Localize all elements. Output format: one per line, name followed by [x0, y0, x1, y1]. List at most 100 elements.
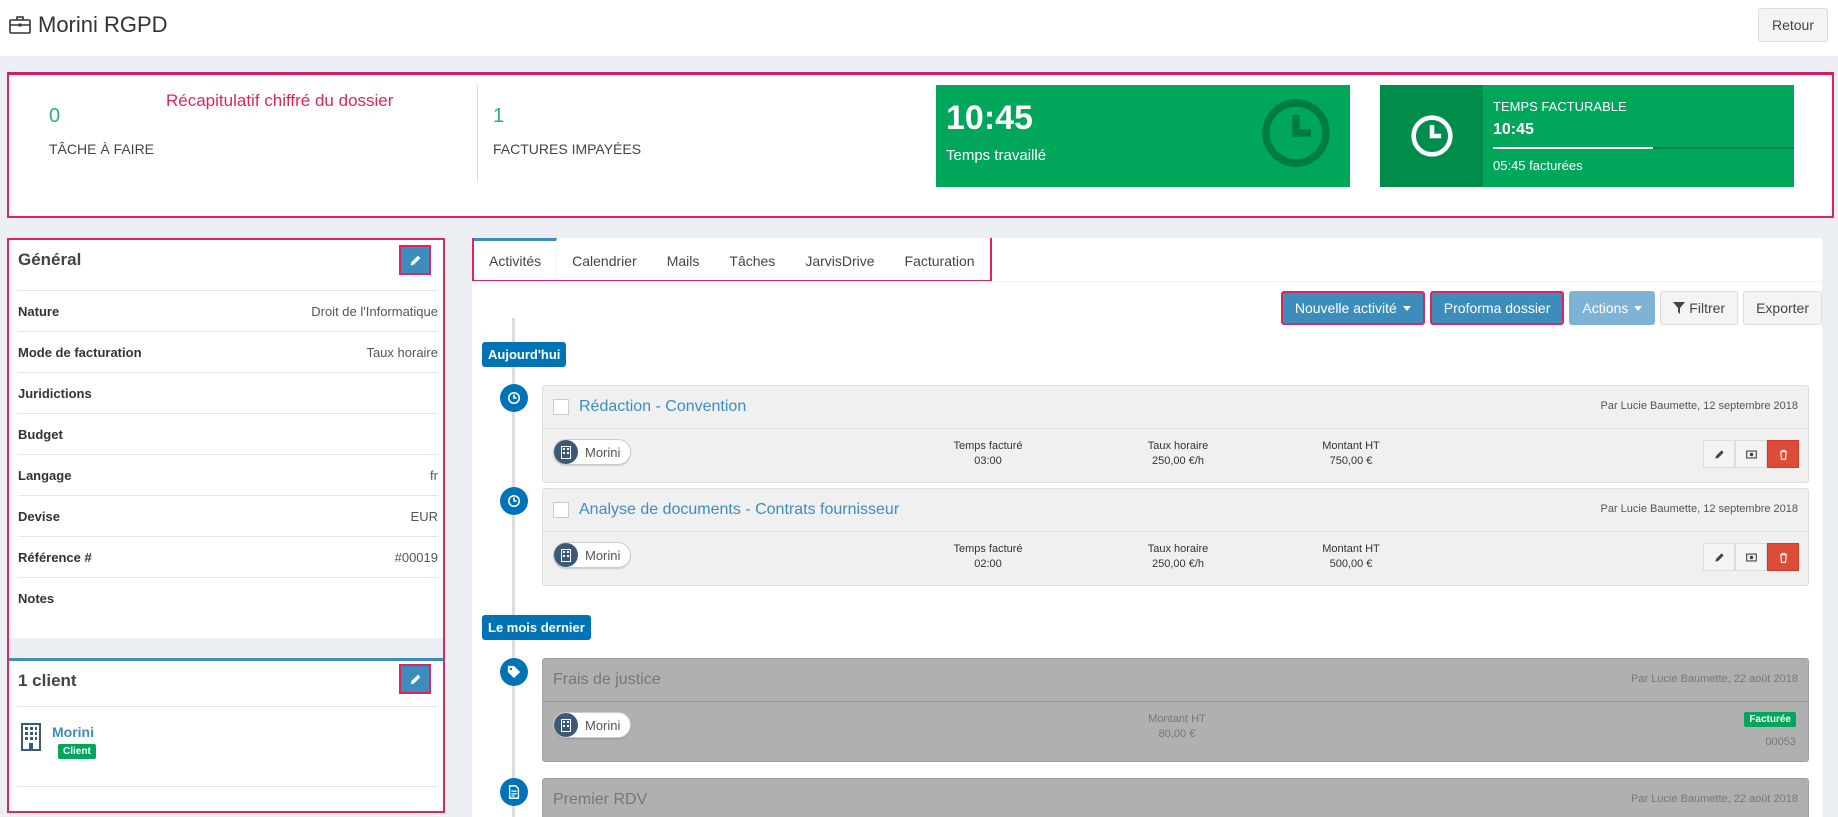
billable-time-box: TEMPS FACTURABLE 10:45 05:45 facturées: [1380, 85, 1794, 187]
tasks-stat[interactable]: 0 TÂCHE À FAIRE: [49, 105, 154, 157]
client-pill-label: Morini: [585, 444, 621, 460]
item-title-link[interactable]: Analyse de documents - Contrats fourniss…: [579, 501, 899, 519]
toolbar: Nouvelle activité Proforma dossier Actio…: [1280, 291, 1822, 325]
client-pill[interactable]: Morini: [553, 712, 632, 738]
item-author: Par Lucie Baumette, 12 septembre 2018: [1600, 503, 1798, 515]
info-key: Budget: [18, 426, 63, 442]
delete-button[interactable]: [1767, 440, 1799, 468]
amount-label: Montant HT: [1322, 440, 1380, 452]
amount-label: Montant HT: [1322, 543, 1380, 555]
info-key: Devise: [18, 508, 60, 524]
rate-value: 250,00 €/h: [1152, 455, 1204, 467]
caret-down-icon: [1402, 305, 1411, 311]
rate-column: Taux horaire 250,00 €/h: [1108, 440, 1248, 467]
filter-button[interactable]: Filtrer: [1660, 291, 1739, 325]
clients-title: 1 client: [18, 671, 77, 690]
billable-time: 10:45: [1493, 121, 1534, 138]
info-key: Mode de facturation: [18, 344, 142, 360]
rate-value: 250,00 €/h: [1152, 558, 1204, 570]
item-actions: [1703, 440, 1799, 468]
info-row: Juridictions: [18, 373, 438, 414]
item-checkbox[interactable]: [553, 502, 569, 518]
trash-icon: [1779, 449, 1787, 460]
amount-column: Montant HT 80,00 €: [1107, 713, 1247, 740]
top-bar: Morini RGPD Retour: [0, 0, 1838, 56]
edit-general-button[interactable]: [399, 245, 431, 275]
invoice-number: 00053: [1765, 736, 1796, 748]
edit-clients-button[interactable]: [399, 664, 431, 694]
tasks-label: TÂCHE À FAIRE: [49, 141, 155, 157]
tab-facturation[interactable]: Facturation: [890, 238, 990, 280]
info-key: Juridictions: [18, 385, 92, 401]
new-activity-button[interactable]: Nouvelle activité: [1280, 291, 1425, 325]
info-value: Droit de l'Informatique: [311, 303, 438, 319]
back-button[interactable]: Retour: [1757, 8, 1828, 42]
building-icon: [554, 440, 578, 464]
time-label: Temps facturé: [953, 440, 1023, 452]
time-label: Temps facturé: [953, 543, 1023, 555]
client-name-link[interactable]: Morini: [52, 724, 94, 740]
billable-label: TEMPS FACTURABLE: [1493, 99, 1627, 114]
actions-button[interactable]: Actions: [1569, 291, 1656, 325]
general-title: Général: [18, 250, 82, 269]
amount-value: 750,00 €: [1329, 455, 1373, 467]
tabs-divider: [472, 281, 1822, 282]
amount-value: 500,00 €: [1329, 558, 1373, 570]
info-key: Notes: [18, 591, 55, 606]
tab-mails[interactable]: Mails: [652, 238, 715, 280]
timeline-label-today: Aujourd'hui: [482, 342, 567, 367]
tab-jarvisdrive[interactable]: JarvisDrive: [790, 238, 889, 280]
view-button[interactable]: [1735, 440, 1767, 468]
rate-label: Taux horaire: [1147, 543, 1209, 555]
proforma-button[interactable]: Proforma dossier: [1429, 291, 1565, 325]
item-author: Par Lucie Baumette, 12 septembre 2018: [1600, 400, 1798, 412]
actions-label: Actions: [1582, 300, 1629, 316]
timeline-item: Rédaction - Convention Par Lucie Baumett…: [542, 385, 1809, 483]
export-label: Exporter: [1756, 300, 1809, 316]
summary-annotation: Récapitulatif chiffré du dossier: [166, 91, 394, 110]
item-checkbox[interactable]: [553, 399, 569, 415]
invoices-stat[interactable]: 1 FACTURES IMPAYÉES: [493, 105, 641, 157]
status-badge: Facturée: [1744, 712, 1796, 727]
billed-label: 05:45 facturées: [1493, 158, 1583, 173]
timeline-item: Frais de justice Par Lucie Baumette, 22 …: [542, 658, 1809, 762]
item-title-link[interactable]: Frais de justice: [553, 671, 661, 689]
export-button[interactable]: Exporter: [1743, 291, 1822, 325]
timeline-label-last-month: Le mois dernier: [482, 615, 591, 640]
info-row: Langage fr: [18, 455, 438, 496]
divider: [477, 85, 478, 182]
edit-button[interactable]: [1703, 440, 1735, 468]
building-icon: [21, 723, 41, 751]
amount-value: 80,00 €: [1158, 728, 1196, 740]
time-value: 03:00: [974, 455, 1002, 467]
panel-top-border: [9, 658, 443, 661]
general-panel: Général Nature Droit de l'Informatique Mod…: [7, 238, 445, 813]
info-value: Taux horaire: [366, 344, 438, 360]
item-title-link[interactable]: Premier RDV: [553, 791, 647, 809]
tab-activites[interactable]: Activités: [474, 238, 558, 280]
trash-icon: [1779, 552, 1787, 563]
clock-icon: [500, 487, 528, 515]
time-column: Temps facturé 02:00: [918, 543, 1058, 570]
view-button[interactable]: [1735, 543, 1767, 571]
tab-taches[interactable]: Tâches: [714, 238, 790, 280]
item-body: Morini Temps facturé 03:00 Taux horaire 25…: [543, 429, 1808, 482]
filter-icon: [1673, 302, 1686, 314]
client-pill[interactable]: Morini: [553, 542, 632, 568]
activities-panel: Activités Calendrier Mails Tâches Jarvis…: [472, 238, 1822, 817]
delete-button[interactable]: [1767, 543, 1799, 571]
panel-separator: [9, 638, 443, 658]
item-body: Morini Temps facturé 02:00 Taux horaire 25…: [543, 532, 1808, 585]
rate-column: Taux horaire 250,00 €/h: [1108, 543, 1248, 570]
invoices-count: 1: [493, 105, 505, 127]
info-row: Référence # #00019: [18, 537, 438, 578]
info-key: Nature: [18, 303, 60, 319]
divider: [18, 706, 438, 707]
info-row: Notes: [18, 578, 438, 619]
info-row: Nature Droit de l'Informatique: [18, 291, 438, 332]
edit-button[interactable]: [1703, 543, 1735, 571]
item-title-link[interactable]: Rédaction - Convention: [579, 398, 746, 416]
tab-calendrier[interactable]: Calendrier: [557, 238, 652, 280]
client-pill[interactable]: Morini: [553, 439, 632, 465]
billable-icon-column: [1380, 85, 1483, 187]
